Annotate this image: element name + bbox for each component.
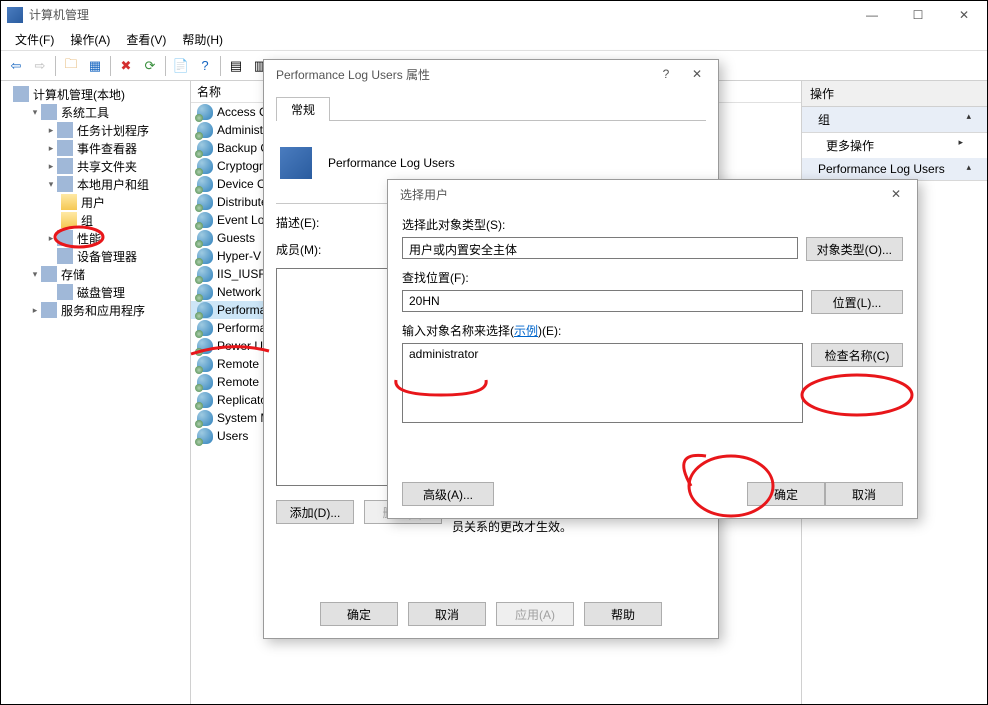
tabstrip: 常规 — [276, 96, 706, 121]
list-item-label: Users — [217, 429, 248, 443]
location-value: 20HN — [402, 290, 803, 312]
collapse-icon: ▴ — [966, 162, 971, 176]
locations-button[interactable]: 位置(L)... — [811, 290, 903, 314]
dialog-select-user: 选择用户 ✕ 选择此对象类型(S): 用户或内置安全主体 对象类型(O)... … — [387, 179, 918, 519]
tab-general[interactable]: 常规 — [276, 97, 330, 121]
group-icon — [197, 104, 213, 120]
group-icon — [197, 140, 213, 156]
app-icon — [7, 7, 23, 23]
group-icon — [197, 248, 213, 264]
menu-help[interactable]: 帮助(H) — [174, 29, 231, 50]
examples-link[interactable]: 示例 — [514, 324, 538, 338]
tree-root[interactable]: 计算机管理(本地) — [3, 85, 188, 103]
collapse-icon: ▴ — [966, 111, 971, 128]
group-icon — [197, 410, 213, 426]
menu-file[interactable]: 文件(F) — [7, 29, 62, 50]
group-icon — [197, 302, 213, 318]
window-title: 计算机管理 — [29, 6, 89, 23]
export-button[interactable]: 📄 — [170, 55, 192, 77]
ok-button[interactable]: 确定 — [747, 482, 825, 506]
actions-section-perflog[interactable]: Performance Log Users▴ — [802, 158, 987, 181]
description-label: 描述(E): — [276, 214, 350, 231]
refresh-button[interactable]: ⟳ — [139, 55, 161, 77]
actions-more[interactable]: 更多操作▸ — [802, 133, 987, 158]
group-icon — [197, 338, 213, 354]
minimize-button[interactable]: — — [849, 1, 895, 29]
advanced-button[interactable]: 高级(A)... — [402, 482, 494, 506]
group-icon — [197, 230, 213, 246]
menu-action[interactable]: 操作(A) — [62, 29, 118, 50]
group-icon — [197, 320, 213, 336]
close-button[interactable]: ✕ — [941, 1, 987, 29]
menubar: 文件(F) 操作(A) 查看(V) 帮助(H) — [1, 29, 987, 51]
group-icon — [197, 374, 213, 390]
members-label: 成员(M): — [276, 241, 350, 258]
cancel-button[interactable]: 取消 — [408, 602, 486, 626]
object-name-input[interactable] — [402, 343, 803, 423]
group-icon — [197, 284, 213, 300]
group-icon — [280, 147, 312, 179]
tree-disk-mgmt[interactable]: 磁盘管理 — [3, 283, 188, 301]
dialog-close-button[interactable]: ✕ — [879, 183, 913, 205]
titlebar: 计算机管理 — ☐ ✕ — [1, 1, 987, 29]
group-icon — [197, 176, 213, 192]
apply-button: 应用(A) — [496, 602, 574, 626]
up-button[interactable]: 🗀 — [60, 55, 82, 77]
check-names-button[interactable]: 检查名称(C) — [811, 343, 903, 367]
actions-section-group[interactable]: 组▴ — [802, 107, 987, 133]
dialog-title-text: 选择用户 — [400, 186, 448, 203]
group-icon — [197, 356, 213, 372]
cancel-button[interactable]: 取消 — [825, 482, 903, 506]
list-item-label: Guests — [217, 231, 255, 245]
folder-icon — [61, 212, 77, 228]
delete-button[interactable]: ✖ — [115, 55, 137, 77]
tree-pane[interactable]: 计算机管理(本地) ▾系统工具 ▸任务计划程序 ▸事件查看器 ▸共享文件夹 ▾本… — [1, 81, 191, 704]
tree-system-tools[interactable]: ▾系统工具 — [3, 103, 188, 121]
tree-event-viewer[interactable]: ▸事件查看器 — [3, 139, 188, 157]
tree-device-manager[interactable]: 设备管理器 — [3, 247, 188, 265]
group-name-label: Performance Log Users — [328, 156, 455, 170]
back-button[interactable]: ⇦ — [5, 55, 27, 77]
tree-shared-folders[interactable]: ▸共享文件夹 — [3, 157, 188, 175]
tree-performance[interactable]: ▸性能 — [3, 229, 188, 247]
group-icon — [197, 122, 213, 138]
tree-task-scheduler[interactable]: ▸任务计划程序 — [3, 121, 188, 139]
tree-groups[interactable]: 组 — [3, 211, 188, 229]
ok-button[interactable]: 确定 — [320, 602, 398, 626]
view1-button[interactable]: ▤ — [225, 55, 247, 77]
add-button[interactable]: 添加(D)... — [276, 500, 354, 524]
dialog-help-button[interactable]: ? — [652, 67, 680, 81]
col-name: 名称 — [197, 83, 221, 100]
tree-storage[interactable]: ▾存储 — [3, 265, 188, 283]
dialog-close-button[interactable]: ✕ — [680, 63, 714, 85]
chevron-right-icon: ▸ — [958, 137, 963, 154]
properties-button[interactable]: ▦ — [84, 55, 106, 77]
dialog-title-text: Performance Log Users 属性 — [276, 66, 430, 83]
maximize-button[interactable]: ☐ — [895, 1, 941, 29]
object-name-label: 输入对象名称来选择(示例)(E): — [402, 322, 903, 339]
help-button[interactable]: ? — [194, 55, 216, 77]
group-icon — [197, 212, 213, 228]
tree-users[interactable]: 用户 — [3, 193, 188, 211]
menu-view[interactable]: 查看(V) — [118, 29, 174, 50]
help-button[interactable]: 帮助 — [584, 602, 662, 626]
group-icon — [197, 266, 213, 282]
group-icon — [197, 428, 213, 444]
group-icon — [197, 392, 213, 408]
object-type-value: 用户或内置安全主体 — [402, 237, 798, 259]
group-icon — [197, 194, 213, 210]
forward-button[interactable]: ⇨ — [29, 55, 51, 77]
object-types-button[interactable]: 对象类型(O)... — [806, 237, 903, 261]
tree-services-apps[interactable]: ▸服务和应用程序 — [3, 301, 188, 319]
object-type-label: 选择此对象类型(S): — [402, 216, 903, 233]
group-icon — [197, 158, 213, 174]
dialog-titlebar[interactable]: Performance Log Users 属性 ? ✕ — [264, 60, 718, 88]
tree-local-users-groups[interactable]: ▾本地用户和组 — [3, 175, 188, 193]
actions-title: 操作 — [802, 81, 987, 107]
location-label: 查找位置(F): — [402, 269, 903, 286]
folder-icon — [61, 194, 77, 210]
dialog-titlebar[interactable]: 选择用户 ✕ — [388, 180, 917, 208]
dialog-footer: 确定 取消 应用(A) 帮助 — [264, 602, 718, 626]
